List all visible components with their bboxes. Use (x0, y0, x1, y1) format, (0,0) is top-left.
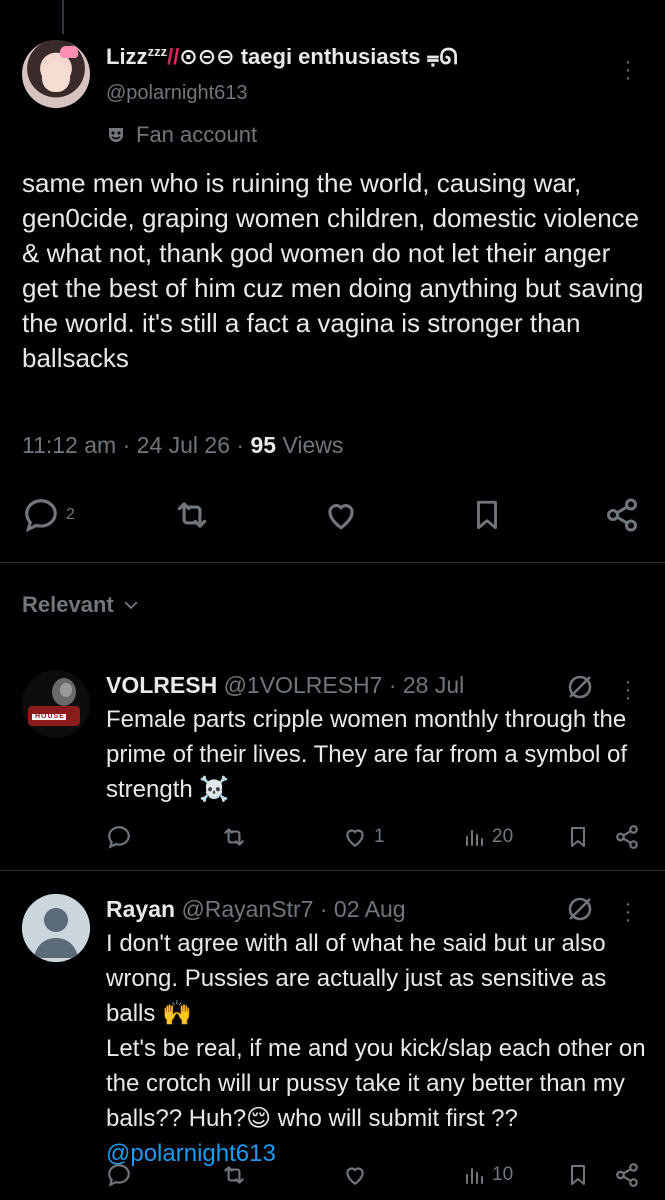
reply-date[interactable]: 28 Jul (403, 672, 464, 698)
share-button[interactable] (614, 1162, 640, 1188)
reply-header: Rayan @RayanStr7 · 02 Aug (106, 896, 406, 922)
avatar-text: HOUSE (35, 713, 65, 720)
like-icon (342, 1162, 368, 1188)
sort-dropdown[interactable]: Relevant (22, 592, 140, 618)
views-button[interactable]: 10 (462, 1162, 513, 1188)
grok-icon[interactable] (565, 894, 595, 924)
thread-line (62, 0, 64, 34)
display-name[interactable]: Lizzzzz//⊙⊝⊖ taegi enthusiasts ⩦ᘏ (106, 44, 458, 70)
like-icon (342, 824, 368, 850)
reply-header: VOLRESH @1VOLRESH7 · 28 Jul (106, 672, 465, 698)
divider (0, 562, 665, 563)
more-options-icon[interactable]: · · · (620, 672, 636, 708)
reply-text-line: I don't agree with all of what he said b… (106, 930, 607, 1027)
share-icon (614, 824, 640, 850)
reply-button[interactable]: 2 (22, 496, 75, 534)
divider (0, 870, 665, 871)
views-button[interactable]: 20 (462, 824, 513, 850)
avatar[interactable] (22, 40, 90, 108)
grok-icon[interactable] (565, 672, 595, 702)
tweet-text: same men who is ruining the world, causi… (22, 168, 644, 373)
bookmark-button[interactable] (566, 824, 590, 850)
avatar[interactable]: HOUSE (22, 670, 90, 738)
sort-label: Relevant (22, 592, 114, 617)
reply-text: Female parts cripple women monthly throu… (106, 706, 628, 803)
fan-account-text: Fan account (136, 122, 258, 147)
tweet-meta: 11:12 am · 24 Jul 26 · 95 Views (22, 432, 344, 458)
reply-handle[interactable]: @1VOLRESH7 (224, 672, 383, 698)
like-button[interactable] (322, 496, 360, 534)
more-options-icon[interactable]: · · · (620, 894, 636, 930)
reply-display-name[interactable]: VOLRESH (106, 672, 217, 698)
theater-mask-icon (106, 125, 126, 145)
like-count: 1 (374, 826, 385, 847)
bookmark-icon (470, 496, 504, 534)
reply-count: 2 (66, 506, 75, 523)
reply-icon (22, 496, 60, 534)
views-icon (462, 824, 486, 850)
bookmark-button[interactable] (470, 496, 504, 534)
reply-icon (106, 1162, 132, 1188)
reply-display-name[interactable]: Rayan (106, 896, 175, 922)
retweet-icon (172, 496, 212, 534)
bow-icon (60, 46, 78, 58)
tweet-actions: 2 (22, 496, 642, 536)
views-count: 95 (250, 432, 277, 458)
bookmark-icon (566, 824, 590, 850)
share-icon (614, 1162, 640, 1188)
bookmark-icon (566, 1162, 590, 1188)
user-handle[interactable]: @polarnight613 (106, 82, 248, 105)
fan-account-label: Fan account (106, 122, 257, 148)
more-options-icon[interactable]: · · · (620, 52, 636, 88)
reply-text: I don't agree with all of what he said b… (106, 926, 651, 1171)
like-button[interactable] (342, 1162, 368, 1188)
reply-date[interactable]: 02 Aug (334, 896, 406, 922)
reply-button[interactable] (106, 824, 132, 850)
retweet-button[interactable] (220, 824, 248, 850)
like-button[interactable]: 1 (342, 824, 385, 850)
bookmark-button[interactable] (566, 1162, 590, 1188)
retweet-icon (220, 824, 248, 850)
share-icon (604, 496, 640, 534)
chevron-down-icon (122, 596, 140, 614)
retweet-icon (220, 1162, 248, 1188)
like-icon (322, 496, 360, 534)
views-count: 10 (492, 1164, 514, 1185)
tweet-time[interactable]: 11:12 am (22, 432, 116, 458)
retweet-button[interactable] (220, 1162, 248, 1188)
reply-button[interactable] (106, 1162, 132, 1188)
share-button[interactable] (604, 496, 640, 534)
tweet-date[interactable]: 24 Jul 26 (137, 432, 230, 458)
retweet-button[interactable] (172, 496, 212, 534)
reply-actions: 1 20 (106, 824, 646, 854)
views-count: 20 (492, 826, 514, 847)
reply-text-line: Let's be real, if me and you kick/slap e… (106, 1035, 646, 1132)
views-icon (462, 1162, 486, 1188)
reply-icon (106, 824, 132, 850)
share-button[interactable] (614, 824, 640, 850)
reply-handle[interactable]: @RayanStr7 (181, 896, 313, 922)
avatar[interactable] (22, 894, 90, 962)
views-label: Views (282, 432, 344, 458)
reply-actions: 10 (106, 1162, 646, 1192)
